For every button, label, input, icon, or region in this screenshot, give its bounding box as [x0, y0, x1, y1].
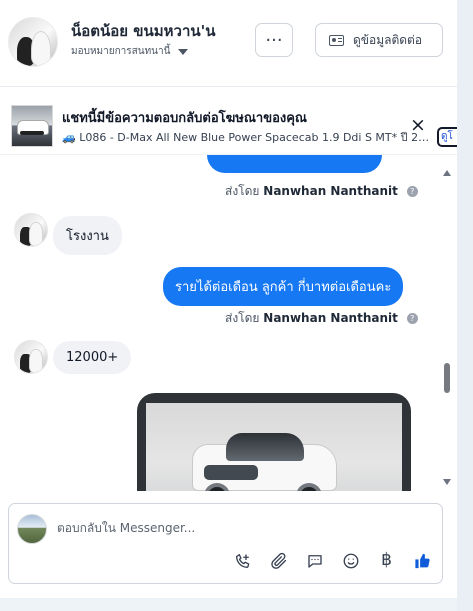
message-input[interactable]: [57, 518, 417, 538]
smiley-icon[interactable]: [341, 551, 360, 570]
sent-by-prefix: ส่งโดย: [225, 184, 260, 198]
sent-by-label: ส่งโดย Nanwhan Nanthanit ?: [225, 182, 418, 201]
sent-by-prefix: ส่งโดย: [225, 311, 260, 325]
scroll-down-icon[interactable]: [443, 479, 451, 485]
assign-label: มอบหมายการสนทนานี้: [71, 46, 171, 57]
composer-toolbar: ฿: [233, 551, 432, 570]
truck-photo: [146, 403, 402, 491]
conversation-header: น็อตน้อย ขนมหวาน'น มอบหมายการสนทนานี้ ··…: [0, 0, 457, 87]
ad-reply-banner: แชทนี้มีข้อความตอบกลับต่อโฆษณาของคุณ 🚙 L…: [0, 87, 457, 155]
avatar-figure-light: [31, 31, 51, 66]
page-avatar: [17, 514, 47, 544]
assign-conversation-dropdown[interactable]: มอบหมายการสนทนานี้: [71, 44, 189, 59]
sender-name: Nanwhan Nanthanit: [263, 184, 398, 198]
info-icon[interactable]: ?: [406, 313, 418, 324]
incoming-message[interactable]: โรงงาน: [53, 216, 122, 255]
thread-scrollbar[interactable]: [442, 166, 452, 487]
outgoing-message[interactable]: รายได้ต่อเดือน ลูกค้า กี่บาทต่อเดือนคะ: [163, 267, 404, 306]
close-icon[interactable]: ×: [410, 116, 426, 135]
sent-by-label: ส่งโดย Nanwhan Nanthanit ?: [225, 309, 418, 328]
thumbs-up-icon[interactable]: [413, 551, 432, 570]
sender-name: Nanwhan Nanthanit: [263, 311, 398, 325]
contact-name[interactable]: น็อตน้อย ขนมหวาน'น: [71, 19, 216, 43]
truck-windshield: [226, 433, 304, 461]
baht-icon[interactable]: ฿: [377, 551, 396, 570]
message-thread: ส่งโดย Nanwhan Nanthanit ? โรงงาน รายได้…: [0, 155, 457, 491]
phone-plus-icon[interactable]: [233, 551, 252, 570]
avatar-figure-light: [29, 349, 43, 373]
message-avatar: [14, 340, 48, 374]
ad-banner-subtitle: 🚙 L086 - D-Max All New Blue Power Spacec…: [62, 131, 430, 144]
view-contact-label: ดูข้อมูลติดต่อ: [353, 32, 423, 47]
avatar-figure-light: [29, 222, 43, 246]
message-avatar: [14, 213, 48, 247]
ad-thumbnail[interactable]: [11, 105, 53, 147]
message-composer: ฿: [8, 503, 443, 584]
inbox-chat-panel: น็อตน้อย ขนมหวาน'น มอบหมายการสนทนานี้ ··…: [0, 0, 458, 598]
view-contact-button[interactable]: ดูข้อมูลติดต่อ: [315, 23, 443, 57]
more-options-button[interactable]: ···: [255, 23, 293, 57]
caret-down-icon: [178, 49, 189, 55]
scrollbar-thumb[interactable]: [444, 363, 450, 393]
ad-banner-title: แชทนี้มีข้อความตอบกลับต่อโฆษณาของคุณ: [62, 111, 307, 126]
contact-avatar[interactable]: [8, 17, 58, 67]
scroll-up-icon[interactable]: [443, 170, 451, 176]
chat-bubble-icon[interactable]: [305, 551, 324, 570]
image-attachment[interactable]: [137, 393, 411, 491]
info-icon[interactable]: ?: [406, 186, 418, 197]
view-ad-button[interactable]: ดูโ: [437, 127, 457, 147]
window-scrollbar[interactable]: [457, 0, 473, 611]
outgoing-message-partial: [207, 155, 382, 173]
truck-grille: [204, 465, 258, 480]
paperclip-icon[interactable]: [269, 551, 288, 570]
contact-card-icon: [329, 34, 344, 46]
incoming-message[interactable]: 12000+: [53, 341, 132, 374]
